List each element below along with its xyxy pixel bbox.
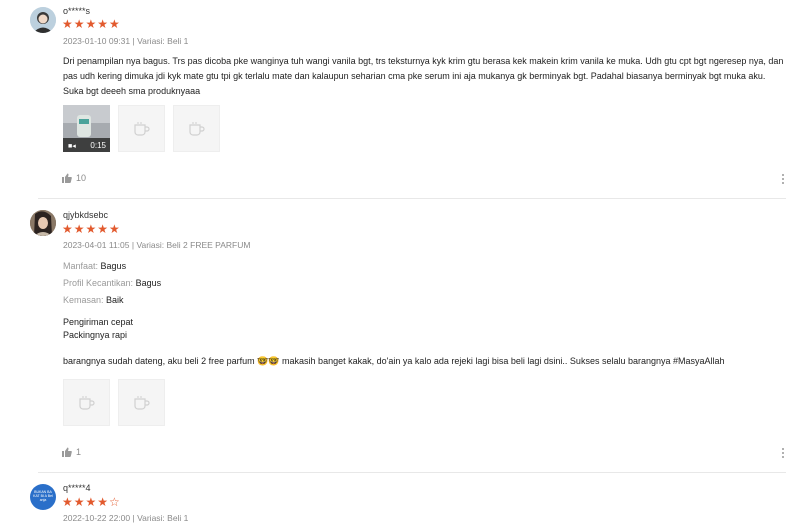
thumbs-up-icon	[62, 447, 72, 457]
star-rating: ★★★★★	[62, 17, 121, 31]
like-button[interactable]: 10	[62, 173, 86, 183]
image-placeholder-icon	[79, 396, 95, 410]
review-meta: 2023-04-01 11:05 | Variasi: Beli 2 FREE …	[63, 240, 250, 250]
divider	[38, 472, 786, 473]
thumbs-up-icon	[62, 173, 72, 183]
review-image-placeholder[interactable]	[118, 105, 165, 152]
more-options-icon[interactable]	[781, 174, 785, 186]
reviewer-username: q*****4	[63, 483, 91, 493]
review-variant: Variasi: Beli 1	[137, 513, 189, 523]
review-variant: Variasi: Beli 2 FREE PARFUM	[136, 240, 251, 250]
avatar[interactable]	[30, 7, 56, 33]
review-meta: 2022-10-22 22:00 | Variasi: Beli 1	[63, 513, 188, 523]
review-image-placeholder[interactable]	[63, 379, 110, 426]
review-line: Pengiriman cepat	[63, 317, 134, 327]
attribute-key: Profil Kecantikan:	[63, 278, 134, 288]
review-date: 2023-04-01 11:05	[63, 240, 130, 250]
review-image-placeholder[interactable]	[118, 379, 165, 426]
attribute-value: Baik	[106, 295, 124, 305]
attribute-profil-kecantikan: Profil Kecantikan: Bagus	[63, 278, 161, 288]
review-text: barangnya sudah dateng, aku beli 2 free …	[63, 356, 725, 366]
attribute-value: Bagus	[100, 261, 127, 271]
attribute-value: Bagus	[135, 278, 162, 288]
image-placeholder-icon	[134, 396, 150, 410]
attribute-manfaat: Manfaat: Bagus	[63, 261, 126, 271]
review-meta: 2023-01-10 09:31 | Variasi: Beli 1	[63, 36, 188, 46]
review-text: Dri penampilan nya bagus. Trs pas dicoba…	[63, 56, 784, 96]
video-camera-icon: ■◂	[68, 143, 76, 150]
reviewer-username: o*****s	[63, 6, 91, 16]
more-options-icon[interactable]	[781, 448, 785, 460]
avatar[interactable]: BUKAN BAKAT BI A Belanja	[30, 484, 56, 510]
image-placeholder-icon	[189, 122, 205, 136]
divider	[38, 198, 786, 199]
review-video-thumbnail[interactable]: ■◂ 0:15	[63, 105, 110, 152]
review-date: 2022-10-22 22:00	[63, 513, 131, 523]
video-duration: 0:15	[90, 141, 106, 150]
review-line: Packingnya rapi	[63, 330, 128, 340]
review-date: 2023-01-10 09:31	[63, 36, 131, 46]
avatar[interactable]	[30, 210, 56, 236]
review-image-placeholder[interactable]	[173, 105, 220, 152]
attribute-kemasan: Kemasan: Baik	[63, 295, 124, 305]
image-placeholder-icon	[134, 122, 150, 136]
star-rating: ★★★★☆	[62, 495, 121, 509]
attribute-key: Manfaat:	[63, 261, 99, 271]
like-count: 10	[76, 173, 87, 183]
review-variant: Variasi: Beli 1	[137, 36, 189, 46]
avatar-logo-text: BUKAN BAKAT BI A Belanja	[33, 490, 53, 502]
attribute-key: Kemasan:	[63, 295, 104, 305]
like-count: 1	[76, 447, 82, 457]
star-rating: ★★★★★	[62, 222, 121, 236]
reviewer-username: qjybkdsebc	[63, 210, 109, 220]
like-button[interactable]: 1	[62, 447, 81, 457]
